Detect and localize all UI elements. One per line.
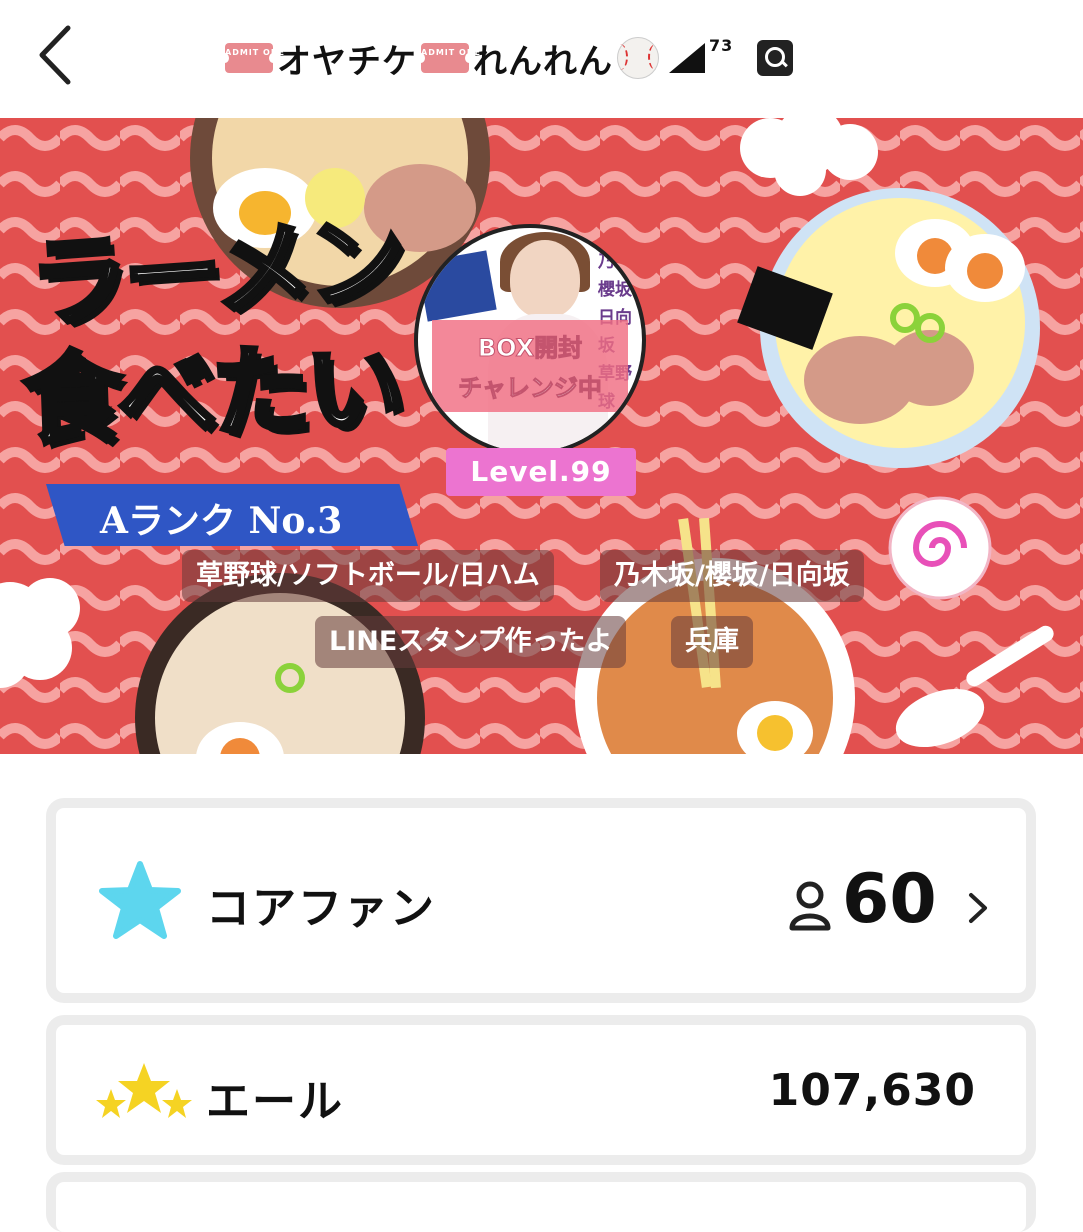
title-superscript: 73	[709, 36, 734, 55]
title-text-2: れんれん	[473, 41, 613, 82]
avatar-panel-text: BOX開封 チャレンジ中	[458, 334, 603, 403]
search-icon	[757, 40, 794, 76]
top-bar: ADMIT ONE オヤチケ ADMIT ONE れんれん 73	[0, 0, 1083, 118]
rank-ribbon: Aランク No.3	[46, 484, 418, 546]
rank-text: Aランク No.3	[100, 500, 343, 542]
profile-tag[interactable]: LINEスタンプ作ったよ	[315, 616, 627, 668]
avatar[interactable]: 乃木 櫻坂 日向坂 草野球 BOX開封 チャレンジ中	[414, 224, 646, 456]
profile-tag[interactable]: 乃木坂/櫻坂/日向坂	[600, 550, 864, 602]
chevron-right-icon	[969, 893, 987, 923]
banner-title-line2: 食べたい	[20, 329, 405, 461]
profile-tag[interactable]: 草野球/ソフトボール/日ハム	[182, 550, 554, 602]
profile-banner: ラーメン 食べたい Aランク No.3 乃木 櫻坂 日向坂 草野球 BOX開封 …	[0, 118, 1083, 754]
ticket-icon: ADMIT ONE	[221, 43, 284, 73]
ticket-icon: ADMIT ONE	[417, 43, 480, 73]
yell-card: エール 107,630	[46, 1015, 1036, 1165]
stars-icon	[96, 1063, 192, 1118]
yell-value: 107,630	[768, 1065, 976, 1116]
signal-icon	[669, 43, 705, 73]
chevron-left-icon	[39, 25, 71, 85]
level-badge: Level.99	[446, 448, 636, 496]
back-button[interactable]	[30, 22, 90, 88]
core-fan-count: 60	[842, 860, 937, 939]
star-icon	[99, 861, 181, 939]
core-fan-label: コアファン	[206, 883, 436, 934]
banner-title-line1: ラーメン	[24, 201, 408, 346]
title-text-1: オヤチケ	[277, 41, 417, 82]
page-title: ADMIT ONE オヤチケ ADMIT ONE れんれん 73	[221, 30, 794, 86]
profile-tag[interactable]: 兵庫	[671, 616, 753, 668]
core-fan-card[interactable]: コアファン 60	[46, 798, 1036, 1003]
yell-label: エール	[206, 1076, 344, 1127]
baseball-icon	[617, 37, 659, 79]
narutomaki-icon	[888, 496, 992, 600]
next-card	[46, 1172, 1036, 1232]
person-icon	[789, 881, 831, 931]
